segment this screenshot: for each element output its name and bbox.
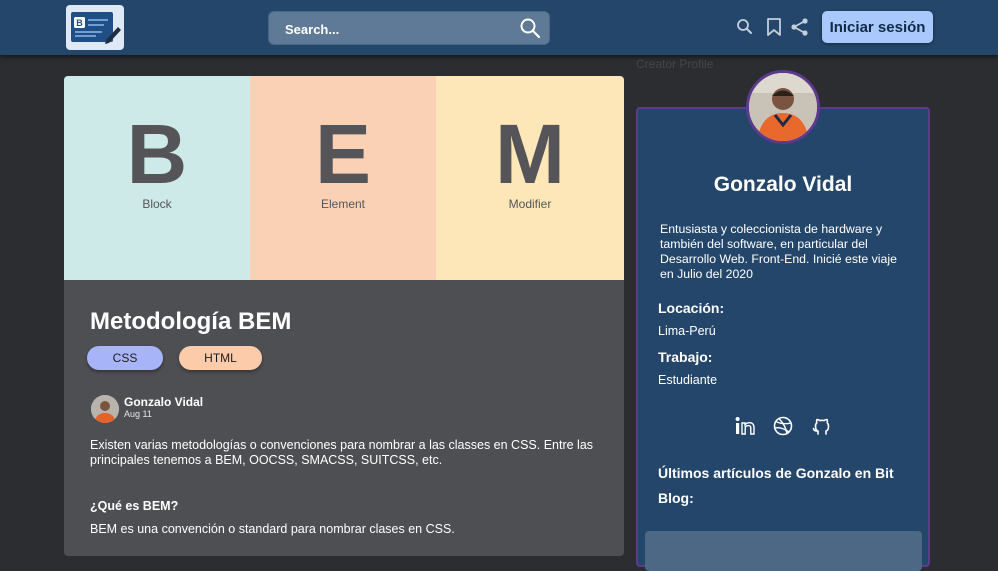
cover-letter-m: M [495,107,565,201]
search-bar [268,11,550,45]
bookmark-icon[interactable] [764,17,784,37]
location-label: Locación: [658,300,725,316]
cover-letter-e: E [314,107,372,201]
cover-element-panel: E Element [250,76,436,280]
recent-article-card[interactable] [645,531,922,571]
article-title: Metodología BEM [90,308,292,335]
cover-label-block: Block [142,197,172,211]
post-date: Aug 11 [124,409,152,419]
login-button[interactable]: Iniciar sesión [822,11,933,43]
cover-modifier-panel: M Modifier [436,76,624,280]
article-paragraph: BEM es una convención o standard para no… [90,522,455,536]
search-icon[interactable] [735,17,755,37]
search-input[interactable] [283,19,507,39]
top-navbar: B Search... Iniciar sesión [0,0,998,55]
job-label: Trabajo: [658,349,713,365]
article-intro: Existen varias metodologías o convencion… [90,438,594,467]
author-avatar[interactable] [91,395,119,423]
job-value: Estudiante [658,373,718,387]
profile-name: Gonzalo Vidal [713,173,853,196]
article-cover-image: B Block E Element M Modifier [64,76,624,280]
github-icon[interactable] [810,415,832,437]
cover-letter-b: B [126,107,188,201]
cover-block-panel: B Block [64,76,250,280]
profile-bio: Entusiasta y coleccionista de hardware y… [660,222,897,281]
author-name[interactable]: Gonzalo Vidal [124,395,203,409]
dribbble-icon[interactable] [772,415,794,437]
tag-html[interactable]: HTML [179,346,262,370]
search-icon[interactable] [519,17,541,39]
svg-text:B: B [76,18,83,28]
logo-icon[interactable]: B [66,5,124,50]
share-icon[interactable] [790,17,810,37]
cover-label-element: Element [320,197,366,211]
article-card: B Block E Element M Modifier Metodología… [64,76,624,556]
profile-avatar [746,70,820,144]
recent-articles-heading: Últimos artículos de Gonzalo en Bit Blog… [658,465,894,506]
cover-label-modifier: Modifier [508,197,552,211]
tag-css[interactable]: CSS [87,346,163,370]
profile-image-alt-text: Creator Profile [636,57,714,71]
linkedin-icon[interactable] [734,415,756,437]
location-value: Lima-Perú [658,324,716,338]
article-subtitle: ¿Qué es BEM? [90,499,179,513]
